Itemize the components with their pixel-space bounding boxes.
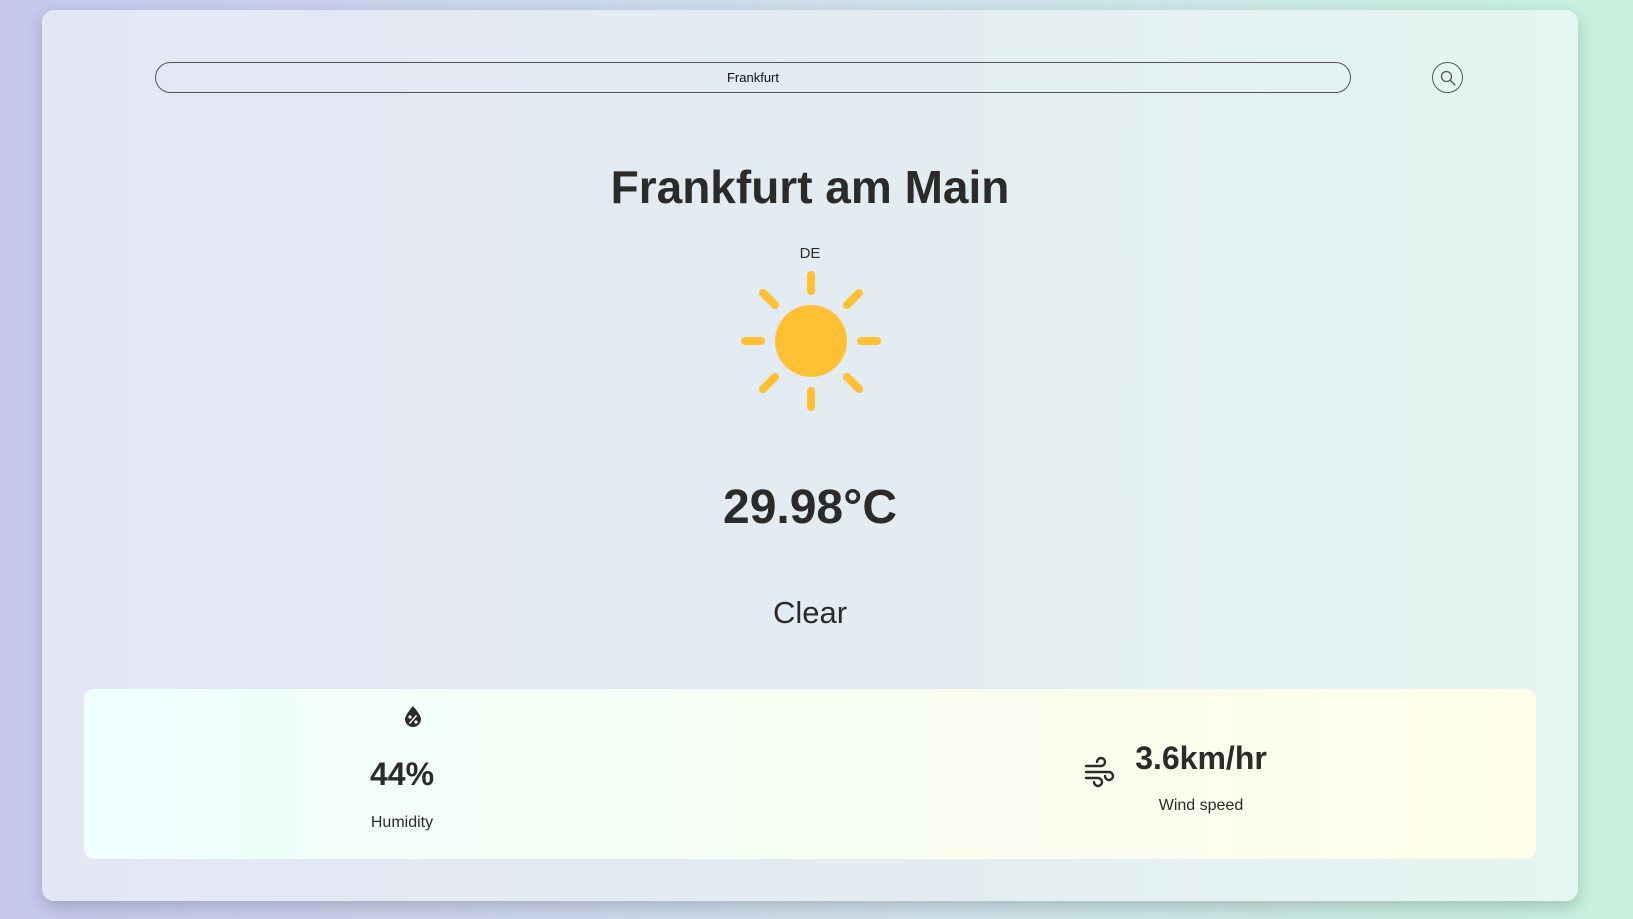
wind-speed-label: Wind speed <box>1158 797 1244 814</box>
search-button[interactable] <box>1432 62 1463 93</box>
details-panel: 44% Humidity 3.6km/hr Wind speed <box>84 689 1536 859</box>
wind-icon <box>1084 756 1115 788</box>
search-input[interactable] <box>155 62 1351 93</box>
humidity-icon <box>405 706 421 727</box>
humidity-label: Humidity <box>370 814 434 831</box>
weather-card: Frankfurt am Main DE 29.98°C Clear 44% H… <box>42 10 1578 901</box>
humidity-value: 44% <box>369 756 435 792</box>
search-icon <box>1440 70 1456 86</box>
temperature: 29.98°C <box>723 481 897 534</box>
weather-description: Clear <box>772 595 848 630</box>
country-code: DE <box>799 245 821 262</box>
wind-speed-value: 3.6km/hr <box>1135 740 1267 776</box>
sun-icon <box>741 271 881 411</box>
city-name: Frankfurt am Main <box>610 161 1010 213</box>
